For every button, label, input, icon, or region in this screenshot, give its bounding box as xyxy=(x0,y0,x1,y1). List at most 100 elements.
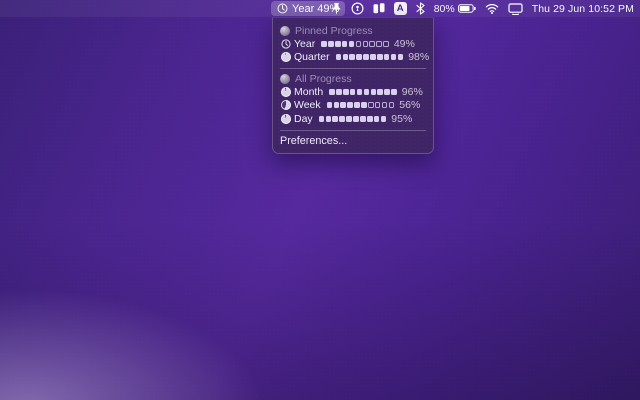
progress-menu-panel: Pinned ProgressYear 49% Quarter 98% All Prog… xyxy=(272,17,434,154)
sphere-icon xyxy=(280,74,290,84)
row-percent: 98% xyxy=(408,51,429,63)
menu-row-week[interactable]: Week 56% xyxy=(273,99,433,113)
input-source-a-glyph: A xyxy=(394,2,407,15)
section-header: Pinned Progress xyxy=(273,24,433,37)
block-filled xyxy=(326,116,332,122)
block-filled xyxy=(350,89,356,95)
block-empty xyxy=(369,41,375,47)
sphere-icon xyxy=(280,26,290,36)
block-empty xyxy=(375,102,381,108)
block-filled xyxy=(336,89,342,95)
row-label: Day xyxy=(294,113,313,125)
block-empty xyxy=(382,102,388,108)
block-filled xyxy=(343,54,349,60)
block-empty xyxy=(376,41,382,47)
block-filled xyxy=(391,89,397,95)
block-filled xyxy=(361,102,367,108)
block-filled xyxy=(342,41,348,47)
block-filled xyxy=(377,89,383,95)
block-filled xyxy=(327,102,333,108)
block-filled xyxy=(349,41,355,47)
window-panes-icon[interactable] xyxy=(373,0,385,17)
block-filled xyxy=(381,116,387,122)
block-filled xyxy=(370,54,376,60)
input-source-a-icon[interactable]: A xyxy=(394,0,407,17)
menubar-item-year-progress[interactable]: Year 49% xyxy=(271,1,345,16)
menu-separator xyxy=(280,68,426,69)
pie-progress-icon xyxy=(280,114,291,124)
pie-progress-icon xyxy=(280,87,291,97)
progress-blocks xyxy=(319,116,387,122)
block-filled xyxy=(356,54,362,60)
block-filled xyxy=(384,54,390,60)
section-header-label: Pinned Progress xyxy=(295,25,373,37)
bluetooth-icon[interactable] xyxy=(416,0,425,17)
progress-blocks xyxy=(336,54,404,60)
block-filled xyxy=(336,54,342,60)
block-filled xyxy=(364,89,370,95)
row-label: Year xyxy=(294,38,315,50)
block-filled xyxy=(360,116,366,122)
menu-row-month[interactable]: Month 96% xyxy=(273,85,433,99)
block-filled xyxy=(377,54,383,60)
block-filled xyxy=(332,116,338,122)
block-filled xyxy=(354,102,360,108)
block-filled xyxy=(357,89,363,95)
row-label: Week xyxy=(294,99,321,111)
year-progress-clock-icon xyxy=(277,0,288,17)
progress-blocks xyxy=(329,89,397,95)
row-percent: 95% xyxy=(391,113,412,125)
row-label: Month xyxy=(294,86,323,98)
section-header-label: All Progress xyxy=(295,73,352,85)
block-empty xyxy=(368,102,374,108)
section-header: All Progress xyxy=(273,72,433,85)
block-filled xyxy=(398,54,404,60)
preferences-menu-item[interactable]: Preferences... xyxy=(273,134,433,148)
pie-progress-icon xyxy=(280,52,291,62)
block-filled xyxy=(391,54,397,60)
screen: Year 49% A 80% Thu 29 Jun xyxy=(0,0,640,400)
block-filled xyxy=(347,102,353,108)
battery-percent-label: 80% xyxy=(434,3,455,15)
menu-row-quarter[interactable]: Quarter 98% xyxy=(273,51,433,65)
block-filled xyxy=(339,116,345,122)
battery-status[interactable]: 80% xyxy=(434,0,476,17)
block-empty xyxy=(389,102,395,108)
keyhole-circle-icon[interactable] xyxy=(351,0,364,17)
progress-blocks xyxy=(327,102,395,108)
block-filled xyxy=(321,41,327,47)
row-percent: 56% xyxy=(399,99,420,111)
row-percent: 49% xyxy=(394,38,415,50)
block-filled xyxy=(334,102,340,108)
battery-icon xyxy=(458,0,476,17)
menu-bar: Year 49% A 80% Thu 29 Jun xyxy=(0,0,640,17)
pie-progress-icon xyxy=(280,100,291,110)
wifi-icon[interactable] xyxy=(485,0,499,17)
block-empty xyxy=(363,41,369,47)
block-filled xyxy=(343,89,349,95)
block-filled xyxy=(371,89,377,95)
block-empty xyxy=(356,41,362,47)
block-filled xyxy=(367,116,373,122)
menu-row-day[interactable]: Day 95% xyxy=(273,112,433,126)
menubar-item-label: Year 49% xyxy=(292,3,339,15)
block-filled xyxy=(374,116,380,122)
block-filled xyxy=(349,54,355,60)
menu-row-year[interactable]: Year 49% xyxy=(273,37,433,51)
clock-icon xyxy=(280,39,291,49)
block-filled xyxy=(384,89,390,95)
menu-separator xyxy=(280,130,426,131)
block-filled xyxy=(328,41,334,47)
row-label: Quarter xyxy=(294,51,330,63)
row-percent: 96% xyxy=(402,86,423,98)
block-filled xyxy=(335,41,341,47)
progress-blocks xyxy=(321,41,389,47)
block-filled xyxy=(346,116,352,122)
menu-sections: Pinned ProgressYear 49% Quarter 98% All Prog… xyxy=(273,24,433,126)
menubar-clock[interactable]: Thu 29 Jun 10:52 PM xyxy=(532,3,634,15)
block-empty xyxy=(383,41,389,47)
block-filled xyxy=(363,54,369,60)
block-filled xyxy=(329,89,335,95)
block-filled xyxy=(319,116,325,122)
display-icon[interactable] xyxy=(508,0,523,17)
